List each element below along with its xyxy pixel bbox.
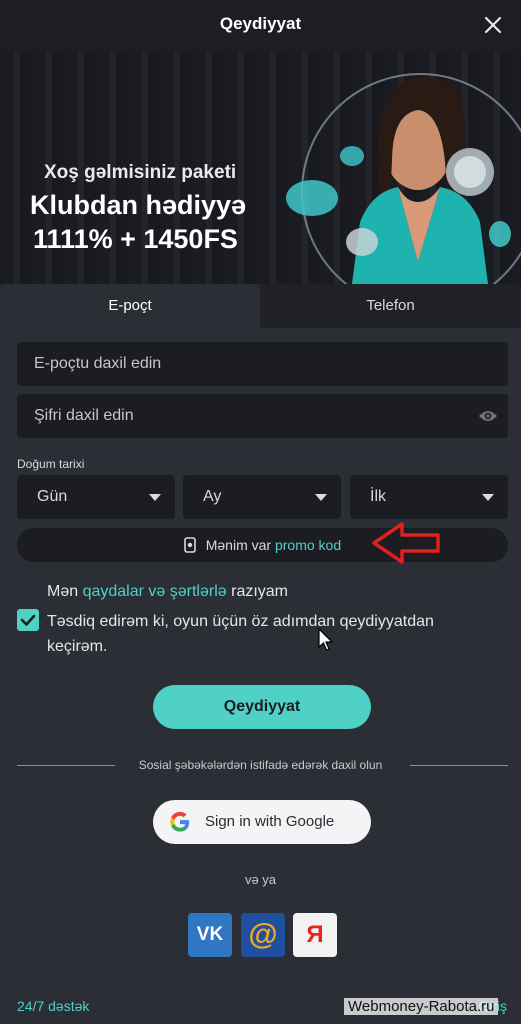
chevron-down-icon [149,494,161,501]
year-value: İlk [370,488,386,505]
promo-banner: Xoş gəlmisiniz paketi Klubdan hədiyyə 11… [0,52,521,284]
day-value: Gün [37,488,68,505]
day-select[interactable]: Gün [17,475,175,519]
banner-line-2: Klubdan hədiyyə [30,190,247,220]
banner-line-3: 1111% + 1450FS [33,224,238,254]
promo-ticket-icon [184,537,196,553]
mouse-cursor-icon [318,628,334,651]
banner-line-1: Xoş gəlmisiniz paketi [44,162,237,183]
annotation-arrow-icon [372,522,440,564]
vk-login-button[interactable]: VK [188,913,232,957]
close-icon[interactable] [481,13,505,37]
checkmark-icon [20,614,36,626]
dob-label: Doğum tarixi [17,457,85,471]
tab-email[interactable]: E-poçt [0,284,260,328]
divider-right [410,765,508,766]
promo-link[interactable]: promo kod [275,537,341,553]
email-field[interactable]: E-poçtu daxil edin [17,342,508,386]
month-value: Ay [203,488,222,505]
register-button[interactable]: Qeydiyyat [153,685,371,729]
password-placeholder: Şifri daxil edin [34,407,134,424]
yandex-login-button[interactable]: Я [293,913,337,957]
terms-prefix: Mən [47,583,79,600]
auth-tabs: E-poçt Telefon [0,284,521,328]
google-icon [170,811,190,832]
chevron-down-icon [315,494,327,501]
terms-link[interactable]: qaydalar və şərtlərlə [83,583,227,600]
eye-icon[interactable] [478,409,498,423]
or-text: və ya [244,872,277,887]
terms-suffix: razıyam [231,583,289,600]
chevron-down-icon [482,494,494,501]
modal-header: Qeydiyyat [0,0,521,52]
password-field[interactable]: Şifri daxil edin [17,394,508,438]
confirm-checkbox[interactable] [17,609,39,631]
tab-phone[interactable]: Telefon [260,284,521,328]
watermark: Webmoney-Rabota.ru [344,998,499,1015]
month-select[interactable]: Ay [183,475,341,519]
terms-line: Mən qaydalar və şərtlərlə razıyam [47,583,288,601]
promo-prefix: Mənim var [205,537,272,553]
support-link[interactable]: 24/7 dəstək [17,998,89,1014]
mailru-login-button[interactable]: @ [241,913,285,957]
google-signin-button[interactable]: Sign in with Google [153,800,371,844]
page-title: Qeydiyyat [219,14,302,33]
year-select[interactable]: İlk [350,475,508,519]
google-signin-label: Sign in with Google [205,813,335,830]
confirm-text: Təsdiq edirəm ki, oyun üçün öz adımdan q… [47,613,434,655]
